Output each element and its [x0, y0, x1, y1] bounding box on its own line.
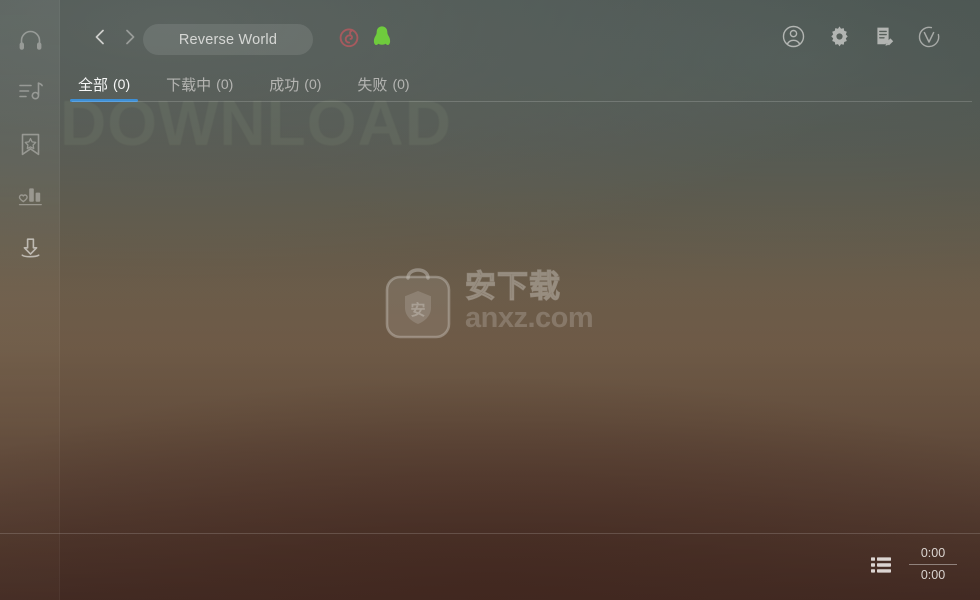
music-list-icon	[17, 79, 44, 106]
user-circle-icon	[782, 25, 805, 53]
tab-succeeded[interactable]: 成功 (0)	[251, 68, 339, 100]
sidebar-item-favorites[interactable]	[0, 118, 60, 170]
bar-chart-icon	[17, 183, 44, 210]
feedback-button[interactable]	[871, 26, 897, 52]
tab-downloading[interactable]: 下载中 (0)	[148, 68, 251, 100]
page-title: Reverse World	[178, 31, 278, 48]
account-button[interactable]	[780, 25, 806, 53]
sidebar-item-discover[interactable]	[0, 14, 60, 66]
bookmark-star-icon	[17, 131, 44, 158]
time-display: 0:00 0:00	[908, 547, 958, 581]
tab-label: 下载中	[166, 76, 212, 94]
tab-failed[interactable]: 失败 (0)	[339, 68, 427, 100]
tab-all[interactable]: 全部 (0)	[60, 68, 148, 102]
tab-count: (0)	[304, 76, 322, 92]
v-logo-icon	[917, 25, 941, 54]
app-window: DOWNLOAD Reverse World 全部 (0) 下载中 (0) 成功…	[0, 0, 980, 600]
sidebar-item-charts[interactable]	[0, 170, 60, 222]
sidebar-item-playlist[interactable]	[0, 66, 60, 118]
tab-count: (0)	[392, 76, 410, 92]
settings-button[interactable]	[826, 26, 852, 52]
chevron-left-icon	[92, 27, 108, 52]
player-bar: 0:00 0:00	[0, 533, 980, 600]
tab-count: (0)	[216, 76, 234, 92]
sidebar-item-downloads[interactable]	[0, 222, 60, 274]
netease-music-icon	[338, 26, 360, 53]
time-total: 0:00	[920, 567, 946, 582]
tabs-divider	[72, 101, 972, 102]
time-current: 0:00	[920, 546, 946, 560]
qq-music-button[interactable]	[370, 25, 394, 53]
time-divider	[909, 563, 957, 565]
download-list[interactable]	[60, 103, 980, 533]
chevron-right-icon	[122, 27, 138, 52]
note-edit-icon	[873, 25, 896, 53]
sidebar	[0, 0, 60, 600]
play-queue-button[interactable]	[868, 555, 894, 579]
forward-button[interactable]	[116, 25, 144, 53]
queue-list-icon	[870, 555, 892, 580]
headphones-icon	[17, 27, 44, 54]
download-tabs: 全部 (0) 下载中 (0) 成功 (0) 失败 (0)	[60, 68, 980, 102]
tab-list: 全部 (0) 下载中 (0) 成功 (0) 失败 (0)	[60, 68, 428, 102]
qq-music-icon	[372, 25, 392, 53]
about-button[interactable]	[916, 26, 942, 52]
tab-label: 成功	[269, 76, 300, 94]
top-bar: Reverse World	[60, 0, 980, 68]
netease-music-button[interactable]	[337, 27, 361, 51]
tab-count: (0)	[113, 76, 131, 92]
tab-label: 全部	[78, 76, 109, 94]
gear-icon	[828, 25, 851, 53]
back-button[interactable]	[86, 25, 114, 53]
download-icon	[17, 235, 44, 262]
page-title-pill[interactable]: Reverse World	[143, 24, 313, 55]
tab-label: 失败	[357, 76, 388, 94]
